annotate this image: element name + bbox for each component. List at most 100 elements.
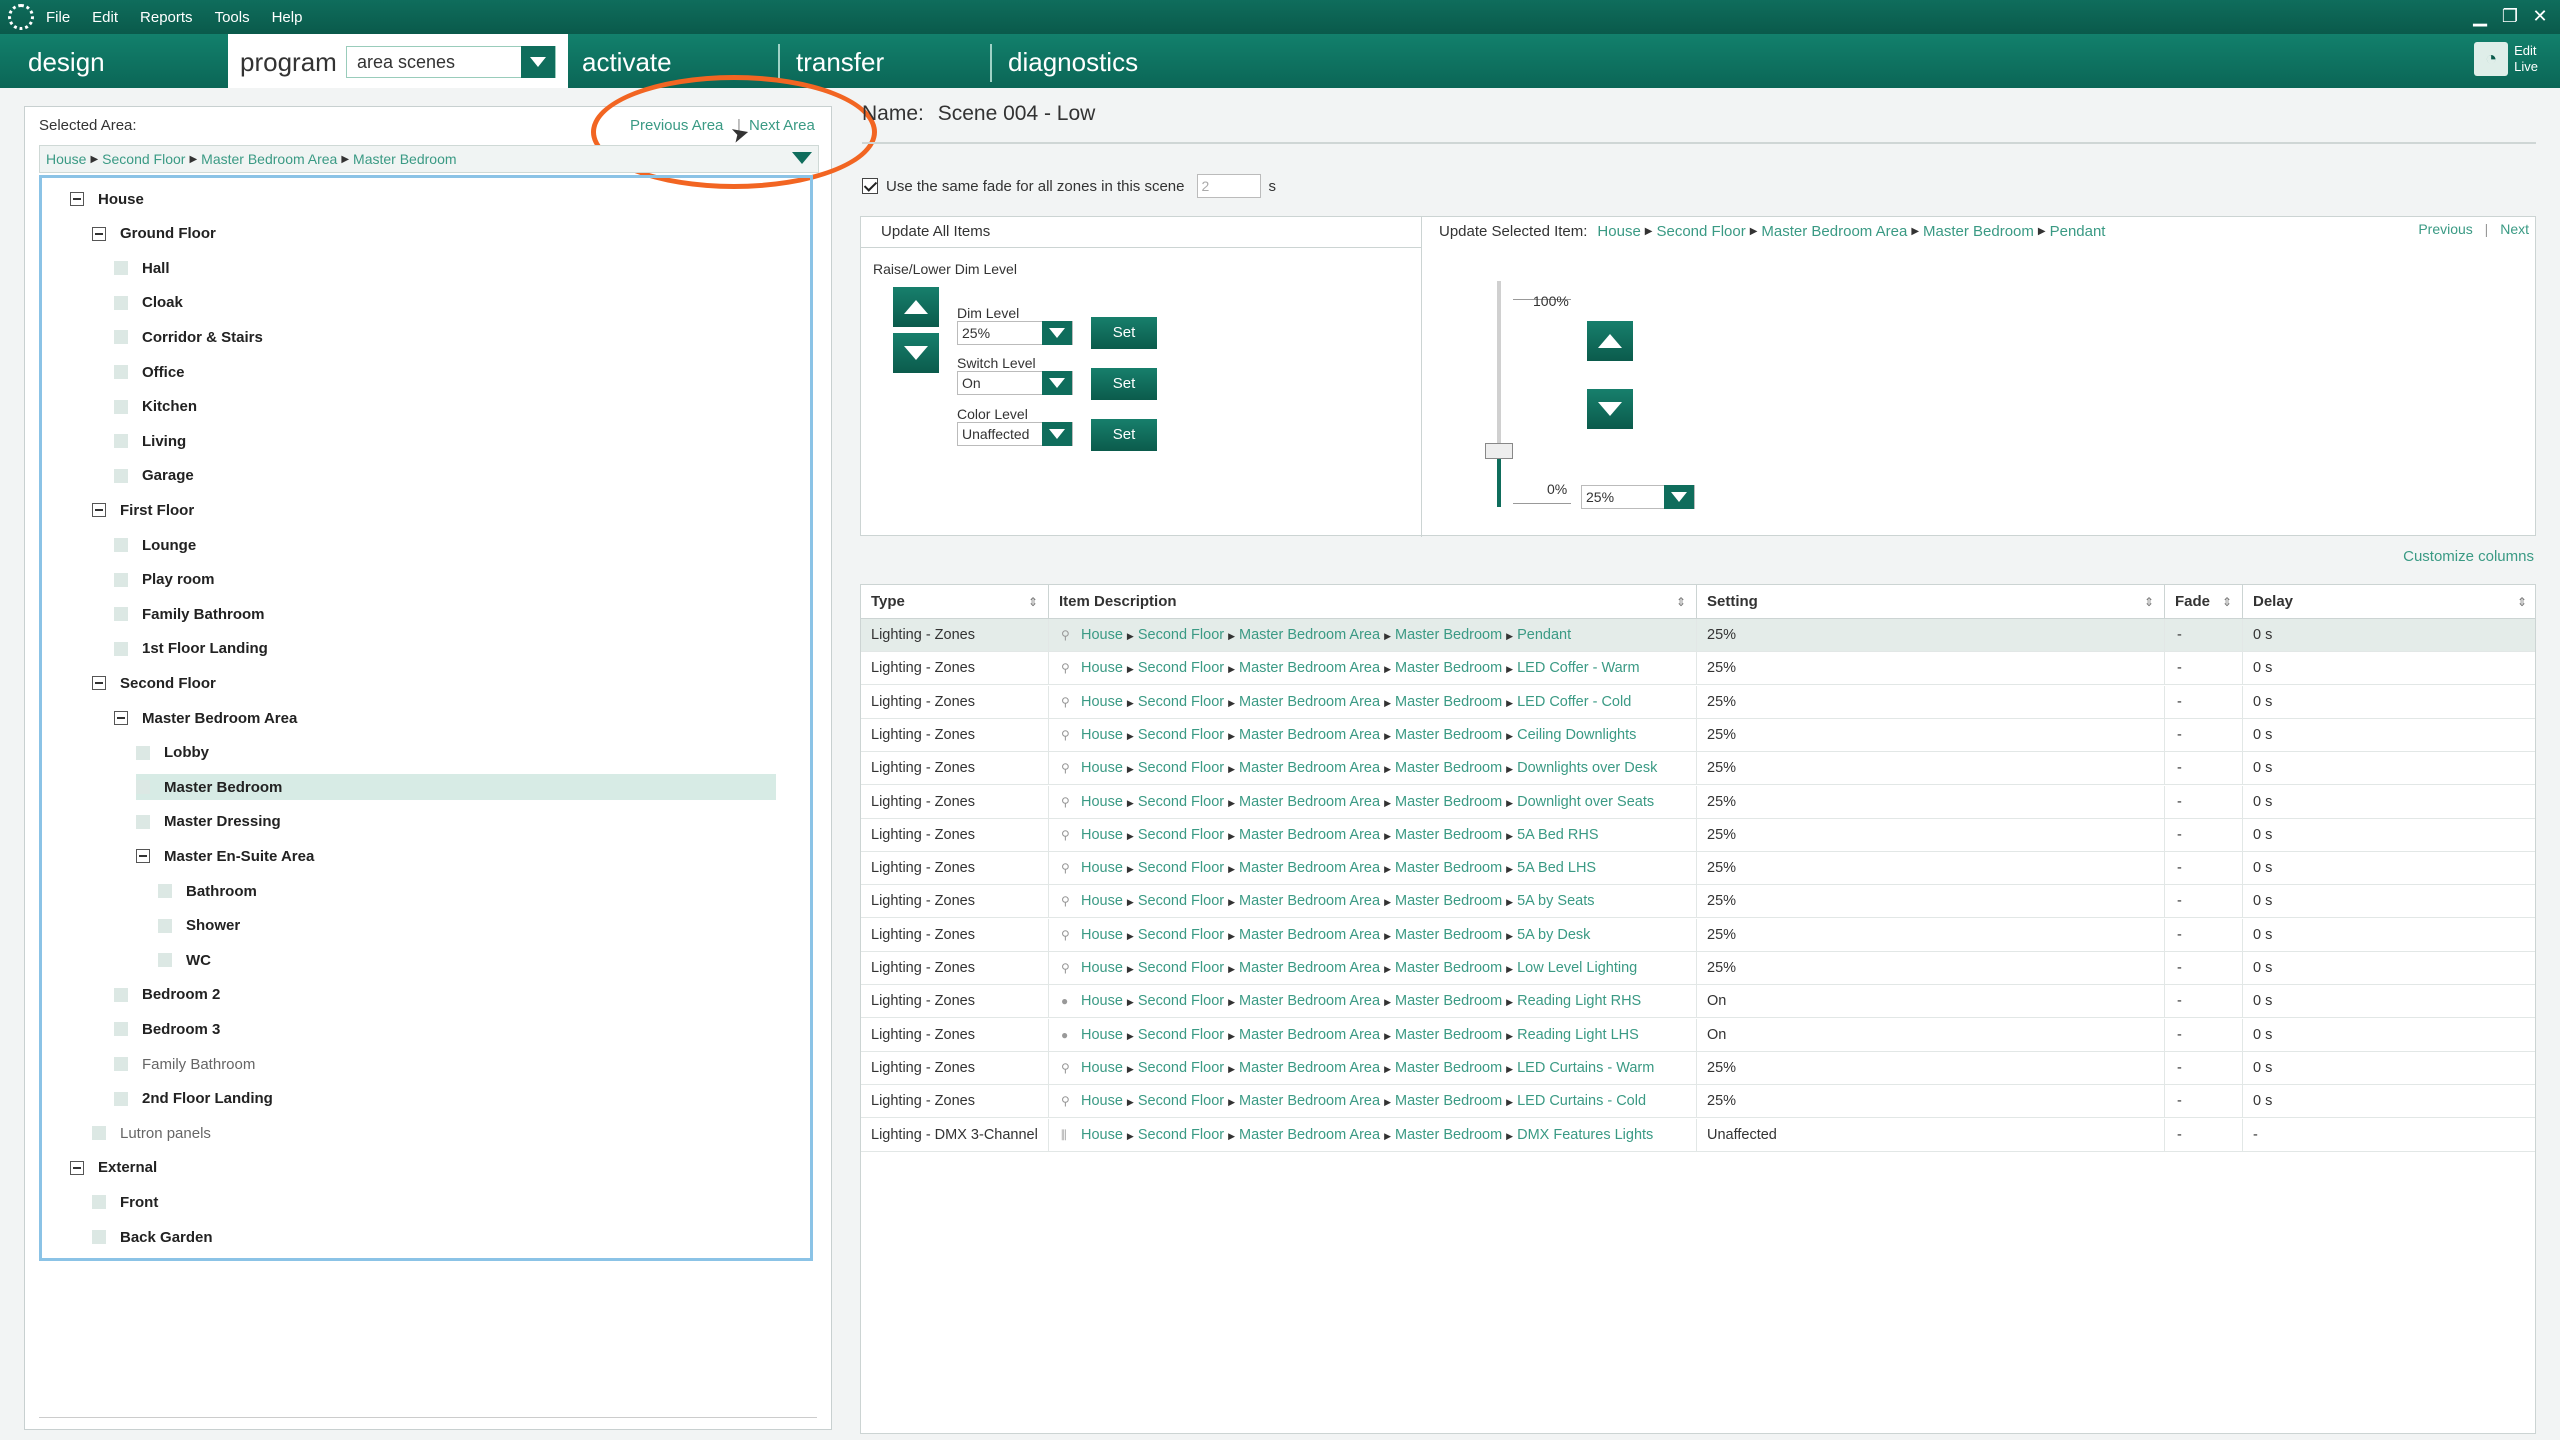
- menu-help[interactable]: Help: [272, 9, 303, 26]
- row-path-item[interactable]: Master Bedroom Area: [1239, 1127, 1380, 1143]
- row-path-item[interactable]: Master Bedroom: [1395, 694, 1502, 710]
- cell-delay[interactable]: 0 s: [2243, 985, 2537, 1018]
- cell-setting[interactable]: 25%: [1697, 718, 2165, 752]
- tree-node[interactable]: Kitchen: [114, 394, 197, 420]
- tree-node[interactable]: Lutron panels: [92, 1120, 211, 1146]
- cell-setting[interactable]: On: [1697, 985, 2165, 1019]
- area-breadcrumb[interactable]: House ▶ Second Floor ▶ Master Bedroom Area…: [39, 145, 819, 173]
- row-path-item[interactable]: Master Bedroom: [1395, 1093, 1502, 1109]
- row-path-item[interactable]: Second Floor: [1138, 927, 1224, 943]
- row-path-item[interactable]: House: [1081, 627, 1123, 643]
- collapse-icon[interactable]: [92, 676, 106, 691]
- tree-node[interactable]: Front: [92, 1189, 158, 1215]
- row-item-name[interactable]: LED Curtains - Warm: [1517, 1060, 1654, 1076]
- raise-selected-button[interactable]: [1587, 321, 1633, 361]
- chevron-down-icon[interactable]: [1042, 422, 1072, 446]
- collapse-icon[interactable]: [70, 192, 84, 206]
- chevron-down-icon[interactable]: [1042, 321, 1072, 345]
- row-item-name[interactable]: LED Coffer - Cold: [1517, 694, 1631, 710]
- row-item-name[interactable]: LED Coffer - Warm: [1517, 660, 1639, 676]
- tree-node[interactable]: House: [70, 186, 144, 212]
- cell-setting[interactable]: On: [1697, 1018, 2165, 1052]
- tree-node[interactable]: Ground Floor: [92, 221, 216, 247]
- breadcrumb-item[interactable]: Second Floor: [102, 151, 185, 167]
- cell-delay[interactable]: 0 s: [2243, 719, 2537, 752]
- row-path-item[interactable]: Second Floor: [1138, 1093, 1224, 1109]
- cell-setting[interactable]: 25%: [1697, 685, 2165, 719]
- tab-design[interactable]: design: [0, 34, 228, 88]
- table-row[interactable]: Lighting - DMX 3-Channel ⫼ House ▶ Second Fl…: [861, 1118, 2535, 1152]
- tree-node[interactable]: Master Bedroom Area: [114, 705, 297, 731]
- tree-node[interactable]: Corridor & Stairs: [114, 324, 263, 350]
- row-path-item[interactable]: Master Bedroom Area: [1239, 827, 1380, 843]
- cell-delay[interactable]: 0 s: [2243, 1052, 2537, 1085]
- row-path-item[interactable]: House: [1081, 660, 1123, 676]
- row-path-item[interactable]: Master Bedroom Area: [1239, 1060, 1380, 1076]
- row-item-name[interactable]: Downlight over Seats: [1517, 794, 1654, 810]
- next-area-link[interactable]: Next Area: [749, 117, 815, 134]
- row-item-name[interactable]: Downlights over Desk: [1517, 760, 1657, 776]
- cell-fade[interactable]: -: [2165, 718, 2243, 752]
- row-path-item[interactable]: Second Floor: [1138, 960, 1224, 976]
- lower-selected-button[interactable]: [1587, 389, 1633, 429]
- level-slider-thumb[interactable]: [1485, 442, 1513, 459]
- set-switch-level-button[interactable]: Set: [1091, 368, 1157, 400]
- row-path-item[interactable]: Second Floor: [1138, 860, 1224, 876]
- cell-setting[interactable]: 25%: [1697, 818, 2165, 852]
- scene-type-select[interactable]: area scenes: [346, 46, 556, 78]
- fade-time-input[interactable]: 2: [1196, 174, 1261, 198]
- row-path-item[interactable]: Master Bedroom: [1395, 760, 1502, 776]
- cell-fade[interactable]: -: [2165, 685, 2243, 719]
- selected-breadcrumb-item[interactable]: Second Floor: [1656, 223, 1745, 240]
- selected-breadcrumb-item[interactable]: Master Bedroom: [1923, 223, 2034, 240]
- color-level-select[interactable]: Unaffected: [957, 422, 1073, 446]
- cell-setting[interactable]: Unaffected: [1697, 1118, 2165, 1152]
- tree-node[interactable]: Family Bathroom: [114, 1051, 255, 1077]
- row-path-item[interactable]: Master Bedroom: [1395, 993, 1502, 1009]
- table-row[interactable]: Lighting - Zones ⚲ House ▶ Second Floor ▶ Mast…: [861, 752, 2535, 786]
- collapse-icon[interactable]: [92, 503, 106, 518]
- row-path-item[interactable]: Master Bedroom: [1395, 1127, 1502, 1143]
- cell-delay[interactable]: 0 s: [2243, 1085, 2537, 1118]
- cell-fade[interactable]: -: [2165, 952, 2243, 985]
- row-item-name[interactable]: LED Curtains - Cold: [1517, 1093, 1646, 1109]
- row-path-item[interactable]: Master Bedroom: [1395, 1060, 1502, 1076]
- row-path-item[interactable]: Master Bedroom Area: [1239, 893, 1380, 909]
- lower-all-button[interactable]: [893, 333, 939, 373]
- previous-item-link[interactable]: Previous: [2418, 221, 2472, 237]
- cell-fade[interactable]: -: [2165, 1051, 2243, 1085]
- row-path-item[interactable]: Master Bedroom: [1395, 627, 1502, 643]
- tree-node[interactable]: WC: [158, 947, 211, 973]
- breadcrumb-item[interactable]: House: [46, 151, 86, 167]
- cell-setting[interactable]: 25%: [1697, 852, 2165, 886]
- row-item-name[interactable]: 5A Bed RHS: [1517, 827, 1598, 843]
- tree-node[interactable]: Garage: [114, 463, 194, 489]
- tree-node[interactable]: Office: [114, 359, 185, 385]
- tree-node[interactable]: Shower: [158, 913, 240, 939]
- row-path-item[interactable]: Second Floor: [1138, 1127, 1224, 1143]
- cell-setting[interactable]: 25%: [1697, 1085, 2165, 1119]
- row-path-item[interactable]: Master Bedroom: [1395, 927, 1502, 943]
- row-path-item[interactable]: Master Bedroom Area: [1239, 860, 1380, 876]
- table-row[interactable]: Lighting - Zones ⚲ House ▶ Second Floor ▶ Mast…: [861, 852, 2537, 886]
- tree-node[interactable]: External: [70, 1155, 157, 1181]
- selected-breadcrumb-item[interactable]: Pendant: [2050, 223, 2106, 240]
- chevron-down-icon[interactable]: [521, 46, 555, 78]
- row-path-item[interactable]: House: [1081, 893, 1123, 909]
- set-dim-level-button[interactable]: Set: [1091, 317, 1157, 349]
- row-path-item[interactable]: Second Floor: [1138, 794, 1224, 810]
- row-path-item[interactable]: House: [1081, 860, 1123, 876]
- tab-diagnostics[interactable]: diagnostics: [992, 34, 1252, 88]
- cell-setting[interactable]: 25%: [1697, 952, 2165, 985]
- row-item-name[interactable]: 5A by Seats: [1517, 893, 1594, 909]
- row-path-item[interactable]: Master Bedroom Area: [1239, 794, 1380, 810]
- selected-level-select[interactable]: 25%: [1581, 485, 1695, 509]
- table-row[interactable]: Lighting - Zones ⚲ House ▶ Second Floor ▶ Mast…: [861, 685, 2535, 719]
- tree-node[interactable]: Family Bathroom: [114, 601, 265, 627]
- cell-delay[interactable]: 0 s: [2243, 852, 2537, 885]
- breadcrumb-item[interactable]: Master Bedroom Area: [201, 151, 337, 167]
- column-header-fade[interactable]: Fade ⇕: [2165, 585, 2243, 619]
- row-path-item[interactable]: House: [1081, 1060, 1123, 1076]
- menu-edit[interactable]: Edit: [92, 9, 118, 26]
- previous-area-link[interactable]: Previous Area: [630, 117, 723, 134]
